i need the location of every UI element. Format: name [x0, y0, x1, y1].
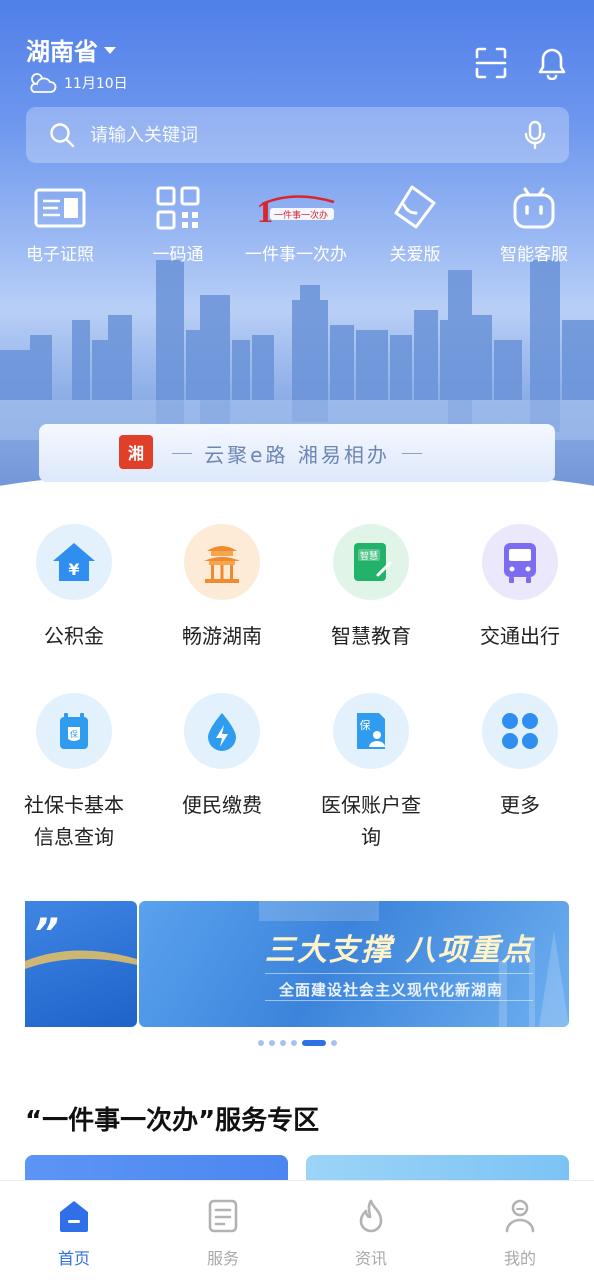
- quick-action-label: 关爱版: [389, 245, 441, 265]
- section-title: “一件事一次办”服务专区: [25, 1106, 320, 1136]
- cloudy-weather-icon: [30, 73, 57, 93]
- quick-action-label: 一码通: [152, 245, 204, 265]
- service-label: 智慧教育: [331, 624, 411, 648]
- search-bar[interactable]: [26, 107, 569, 163]
- banner-slide[interactable]: 三大支撑 八项重点 全面建设社会主义现代化新湖南: [139, 901, 569, 1027]
- quick-action-smart-service[interactable]: 智能客服: [474, 180, 594, 265]
- light-streak-decoration: [25, 950, 137, 969]
- bottom-tab-bar: 首页 服务 资讯 我的: [0, 1180, 594, 1280]
- quick-action-one-code[interactable]: 一码通: [118, 180, 238, 265]
- service-label: 畅游湖南: [182, 624, 262, 648]
- tab-label: 资讯: [354, 1249, 387, 1268]
- service-medical-insurance[interactable]: 保 医保账户查询: [306, 693, 436, 853]
- carousel-dot[interactable]: [330, 1040, 337, 1046]
- quick-action-label: 一件事一次办: [245, 245, 347, 265]
- profile-icon: [505, 1199, 535, 1233]
- robot-icon: [513, 187, 555, 229]
- quick-action-label: 电子证照: [26, 245, 94, 265]
- scan-icon[interactable]: [474, 46, 508, 80]
- service-utility-payment[interactable]: 便民缴费: [157, 693, 287, 821]
- service-label: 便民缴费: [182, 793, 262, 817]
- id-card-icon: [34, 188, 86, 228]
- bus-icon: [482, 524, 558, 600]
- weather-date: 11月10日: [64, 76, 128, 92]
- pavilion-icon: [184, 524, 260, 600]
- svg-text:¥: ¥: [68, 560, 79, 579]
- quick-action-label: 智能客服: [500, 245, 568, 265]
- banner-subtitle: 全面建设社会主义现代化新湖南: [279, 981, 504, 999]
- carousel-dot[interactable]: [257, 1040, 264, 1046]
- banner-slide-previous[interactable]: ”: [25, 901, 137, 1027]
- quick-action-care-mode[interactable]: 关爱版: [355, 180, 475, 265]
- tab-profile[interactable]: 我的: [460, 1197, 580, 1269]
- flame-icon: [359, 1199, 383, 1233]
- search-icon: [50, 123, 75, 148]
- microphone-icon[interactable]: [523, 120, 547, 150]
- service-social-card[interactable]: 保 社保卡基本信息查询: [9, 693, 139, 853]
- service-label: 更多: [500, 793, 540, 817]
- house-yuan-icon: ¥: [36, 524, 112, 600]
- smart-book-icon: 智慧: [333, 524, 409, 600]
- home-icon: [60, 1201, 88, 1232]
- tab-news[interactable]: 资讯: [311, 1197, 431, 1269]
- four-petal-icon: [482, 693, 558, 769]
- service-more[interactable]: 更多: [455, 693, 585, 821]
- quick-action-one-thing[interactable]: 1 一件事一次办 一件事一次办: [236, 180, 356, 265]
- slogan-text: 云聚e路 湘易相办: [204, 442, 390, 467]
- quick-action-e-license[interactable]: 电子证照: [0, 180, 120, 265]
- tab-label: 首页: [57, 1249, 90, 1268]
- one-thing-logo: 1 一件事一次办: [256, 195, 335, 228]
- divider: [172, 452, 193, 454]
- caret-down-icon: [104, 47, 116, 54]
- service-tour-hunan[interactable]: 畅游湖南: [157, 524, 287, 652]
- service-doc-icon: [208, 1199, 238, 1233]
- svg-text:保: 保: [70, 729, 78, 739]
- city-skyline-illustration: [0, 260, 594, 440]
- search-input[interactable]: [90, 107, 530, 163]
- bell-icon[interactable]: [536, 46, 568, 80]
- divider: [401, 452, 422, 454]
- xiang-logo: 湘: [119, 435, 153, 469]
- social-card-icon: 保: [36, 693, 112, 769]
- carousel-indicator: [0, 1040, 594, 1046]
- medical-insurance-icon: 保: [333, 693, 409, 769]
- carousel-dot[interactable]: [279, 1040, 286, 1046]
- region-selector[interactable]: 湖南省: [26, 32, 116, 67]
- qr-code-icon: [156, 186, 200, 230]
- service-label: 社保卡基本信息查询: [24, 793, 124, 849]
- slogan-banner: 湘 云聚e路 湘易相办: [39, 424, 555, 482]
- care-tag-icon: [394, 185, 436, 229]
- service-label: 公积金: [44, 624, 104, 648]
- region-name: 湖南省: [26, 38, 98, 66]
- tab-services[interactable]: 服务: [163, 1197, 283, 1269]
- carousel-dot[interactable]: [268, 1040, 275, 1046]
- service-smart-education[interactable]: 智慧 智慧教育: [306, 524, 436, 652]
- service-transport[interactable]: 交通出行: [455, 524, 585, 652]
- service-label: 交通出行: [480, 624, 560, 648]
- carousel-dot[interactable]: [290, 1040, 297, 1046]
- tab-home[interactable]: 首页: [14, 1197, 134, 1269]
- weather-info: 11月10日: [26, 70, 128, 96]
- tab-label: 我的: [503, 1249, 536, 1268]
- svg-text:一件事一次办: 一件事一次办: [274, 209, 328, 221]
- service-housing-fund[interactable]: ¥ 公积金: [9, 524, 139, 652]
- svg-text:保: 保: [360, 718, 371, 732]
- banner-title: 三大支撑 八项重点: [265, 933, 534, 968]
- carousel-dot-active[interactable]: [301, 1040, 326, 1046]
- water-bolt-icon: [184, 693, 260, 769]
- svg-text:智慧: 智慧: [360, 550, 378, 562]
- tab-label: 服务: [206, 1249, 239, 1268]
- service-label: 医保账户查询: [321, 793, 421, 849]
